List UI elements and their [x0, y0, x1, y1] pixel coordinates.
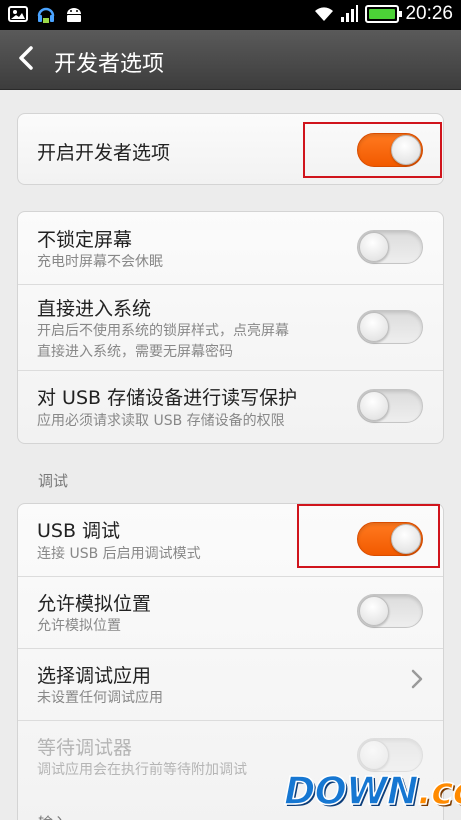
mock-location-description: 允许模拟位置: [37, 618, 121, 634]
system-icons: 20:26: [313, 3, 453, 25]
status-bar: 20:26: [0, 0, 461, 30]
direct-boot-description-line1: 开启后不使用系统的锁屏样式，点亮屏幕: [37, 323, 289, 339]
usb-storage-protect-row[interactable]: 对 USB 存储设备进行读写保护 应用必须请求读取 USB 存储设备的权限: [18, 371, 443, 443]
android-icon: [64, 4, 84, 24]
mock-location-toggle[interactable]: [357, 594, 423, 628]
direct-boot-toggle[interactable]: [357, 310, 423, 344]
direct-boot-description-line2: 直接进入系统，需要无屏幕密码: [37, 344, 233, 360]
signal-icon: [339, 4, 359, 24]
watermark-logo: DOWN.cc: [283, 766, 461, 816]
watermark-suffix: .cc: [417, 768, 461, 814]
mock-location-label: 允许模拟位置: [37, 593, 152, 615]
usb-debugging-description: 连接 USB 后启用调试模式: [37, 546, 201, 562]
stay-awake-description: 充电时屏幕不会休眠: [37, 254, 163, 270]
clock: 20:26: [405, 3, 453, 24]
usb-storage-protect-toggle[interactable]: [357, 389, 423, 423]
battery-icon: [365, 5, 403, 23]
usb-debugging-label: USB 调试: [37, 520, 121, 542]
section-label-debug: 调试: [38, 472, 69, 490]
back-button[interactable]: [8, 40, 44, 80]
watermark-main: DOWN: [283, 768, 419, 814]
notification-icons: [8, 4, 84, 24]
highlight-box: [303, 122, 442, 178]
wait-for-debugger-label: 等待调试器: [37, 737, 133, 759]
usb-storage-protect-description: 应用必须请求读取 USB 存储设备的权限: [37, 413, 285, 429]
stay-awake-label: 不锁定屏幕: [37, 229, 133, 251]
select-debug-app-row[interactable]: 选择调试应用 未设置任何调试应用: [18, 649, 443, 720]
stay-awake-toggle[interactable]: [357, 230, 423, 264]
wait-for-debugger-description: 调试应用会在执行前等待附加调试: [37, 762, 247, 778]
toggle-knob: [359, 312, 389, 342]
toggle-knob: [359, 232, 389, 262]
direct-boot-row[interactable]: 直接进入系统 开启后不使用系统的锁屏样式，点亮屏幕 直接进入系统，需要无屏幕密码: [18, 285, 443, 370]
lock-settings-group: 不锁定屏幕 充电时屏幕不会休眠 直接进入系统 开启后不使用系统的锁屏样式，点亮屏…: [17, 211, 444, 444]
wifi-icon: [313, 4, 334, 24]
toggle-knob: [359, 596, 389, 626]
chevron-right-icon: [411, 669, 423, 695]
direct-boot-label: 直接进入系统: [37, 298, 152, 320]
usb-storage-protect-label: 对 USB 存储设备进行读写保护: [37, 387, 298, 409]
headset-icon: [36, 4, 56, 24]
select-debug-app-label: 选择调试应用: [37, 665, 152, 687]
stay-awake-row[interactable]: 不锁定屏幕 充电时屏幕不会休眠: [18, 212, 443, 284]
chevron-left-icon: [17, 45, 35, 75]
enable-developer-options-label: 开启开发者选项: [37, 142, 171, 164]
mock-location-row[interactable]: 允许模拟位置 允许模拟位置: [18, 577, 443, 648]
image-icon: [8, 4, 28, 24]
page-title: 开发者选项: [54, 52, 165, 77]
toggle-knob: [359, 391, 389, 421]
select-debug-app-description: 未设置任何调试应用: [37, 690, 163, 706]
highlight-box: [297, 504, 440, 568]
title-bar: 开发者选项: [0, 30, 461, 90]
section-label-input: 输入: [38, 812, 68, 820]
settings-list: 开启开发者选项 不锁定屏幕 充电时屏幕不会休眠 直接进入系统 开启后不使用系统的…: [0, 90, 461, 820]
